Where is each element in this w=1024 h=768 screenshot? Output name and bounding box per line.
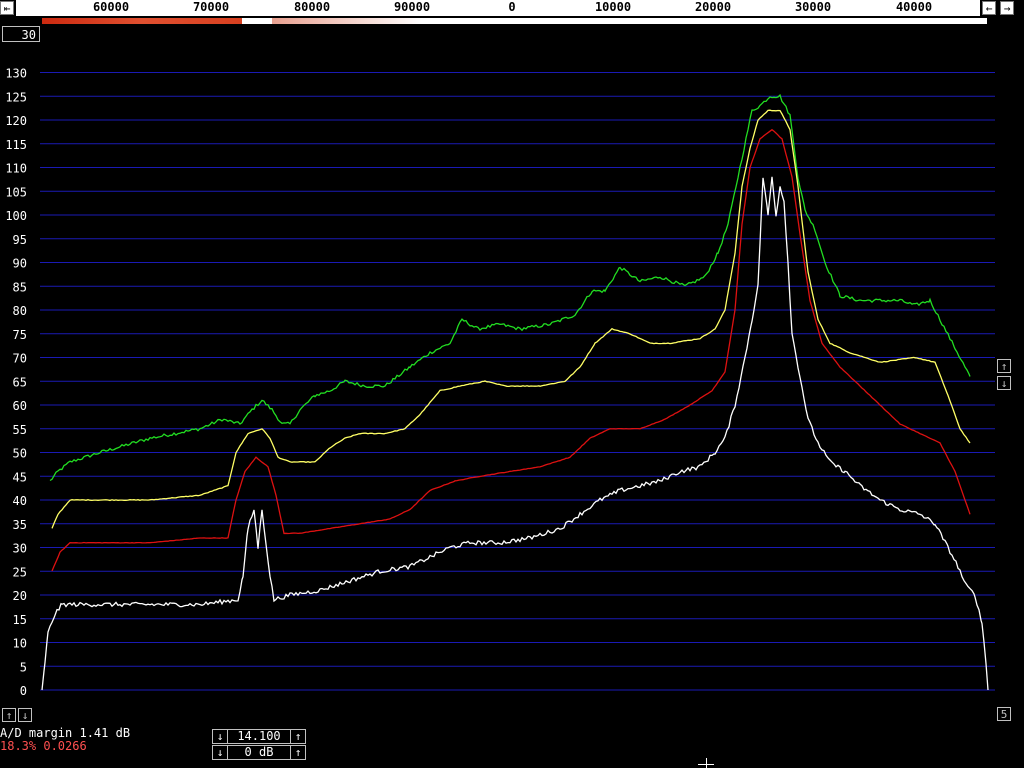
arrow-up-icon: ↑	[5, 709, 13, 722]
y-tick-label: 10	[13, 637, 27, 651]
mouse-cursor	[706, 758, 707, 768]
y-tick-label: 110	[5, 162, 27, 176]
arrow-down-icon[interactable]: ↓	[213, 730, 228, 743]
green-trace	[49, 93, 971, 482]
yellow-trace	[51, 109, 971, 529]
y-tick-label: 105	[5, 185, 27, 199]
arrow-down-icon[interactable]: ↓	[213, 746, 228, 759]
y-tick-label: 95	[13, 233, 27, 247]
y-tick-label: 85	[13, 280, 27, 294]
arrow-up-icon: ↑	[1000, 360, 1008, 373]
y-tick-label: 40	[13, 494, 27, 508]
y-tick-label: 115	[5, 138, 27, 152]
y-tick-label: 30	[13, 542, 27, 556]
arrow-up-icon[interactable]: ↑	[290, 746, 305, 759]
y-tick-label: 130	[5, 67, 27, 81]
y-tick-label: 50	[13, 447, 27, 461]
y-tick-label: 80	[13, 304, 27, 318]
scale-down-button[interactable]: ↓	[997, 376, 1011, 390]
y-tick-label: 75	[13, 328, 27, 342]
right-box-label: 5	[1000, 708, 1008, 721]
grid-lines	[40, 72, 995, 691]
arrow-down-icon: ↓	[1000, 377, 1008, 390]
gain-value: 14.100	[237, 729, 281, 743]
sdr-spectrum-window: ⇤ 60000 70000 80000 90000 0 10000 20000 …	[0, 0, 1024, 768]
level-up-button[interactable]: ↑	[2, 708, 16, 722]
arrow-down-icon: ↓	[21, 709, 29, 722]
db-control[interactable]: ↓ 0 dB ↑	[212, 745, 306, 760]
y-tick-label: 25	[13, 565, 27, 579]
y-tick-label: 120	[5, 114, 27, 128]
y-tick-label: 65	[13, 375, 27, 389]
y-tick-label: 0	[20, 684, 27, 698]
y-tick-label: 100	[5, 209, 27, 223]
scale-up-button[interactable]: ↑	[997, 359, 1011, 373]
arrow-up-icon[interactable]: ↑	[290, 730, 305, 743]
y-tick-label: 45	[13, 470, 27, 484]
y-tick-label: 15	[13, 613, 27, 627]
y-tick-label: 90	[13, 257, 27, 271]
y-tick-label: 35	[13, 518, 27, 532]
y-tick-label: 20	[13, 589, 27, 603]
y-tick-label: 55	[13, 423, 27, 437]
spectrum-plot[interactable]: 1301251201151101051009590858075706560555…	[0, 0, 1024, 768]
percent-status: 18.3% 0.0266	[0, 739, 87, 753]
db-value: 0 dB	[244, 745, 274, 759]
white-trace	[41, 176, 989, 691]
y-tick-label: 60	[13, 399, 27, 413]
gain-control[interactable]: ↓ 14.100 ↑	[212, 729, 306, 744]
level-down-button[interactable]: ↓	[18, 708, 32, 722]
y-tick-label: 70	[13, 352, 27, 366]
y-tick-label: 125	[5, 90, 27, 104]
right-box-button[interactable]: 5	[997, 707, 1011, 721]
y-axis-labels: 1301251201151101051009590858075706560555…	[5, 67, 27, 699]
red-trace	[51, 128, 971, 572]
y-tick-label: 5	[20, 660, 27, 674]
traces	[41, 93, 989, 691]
